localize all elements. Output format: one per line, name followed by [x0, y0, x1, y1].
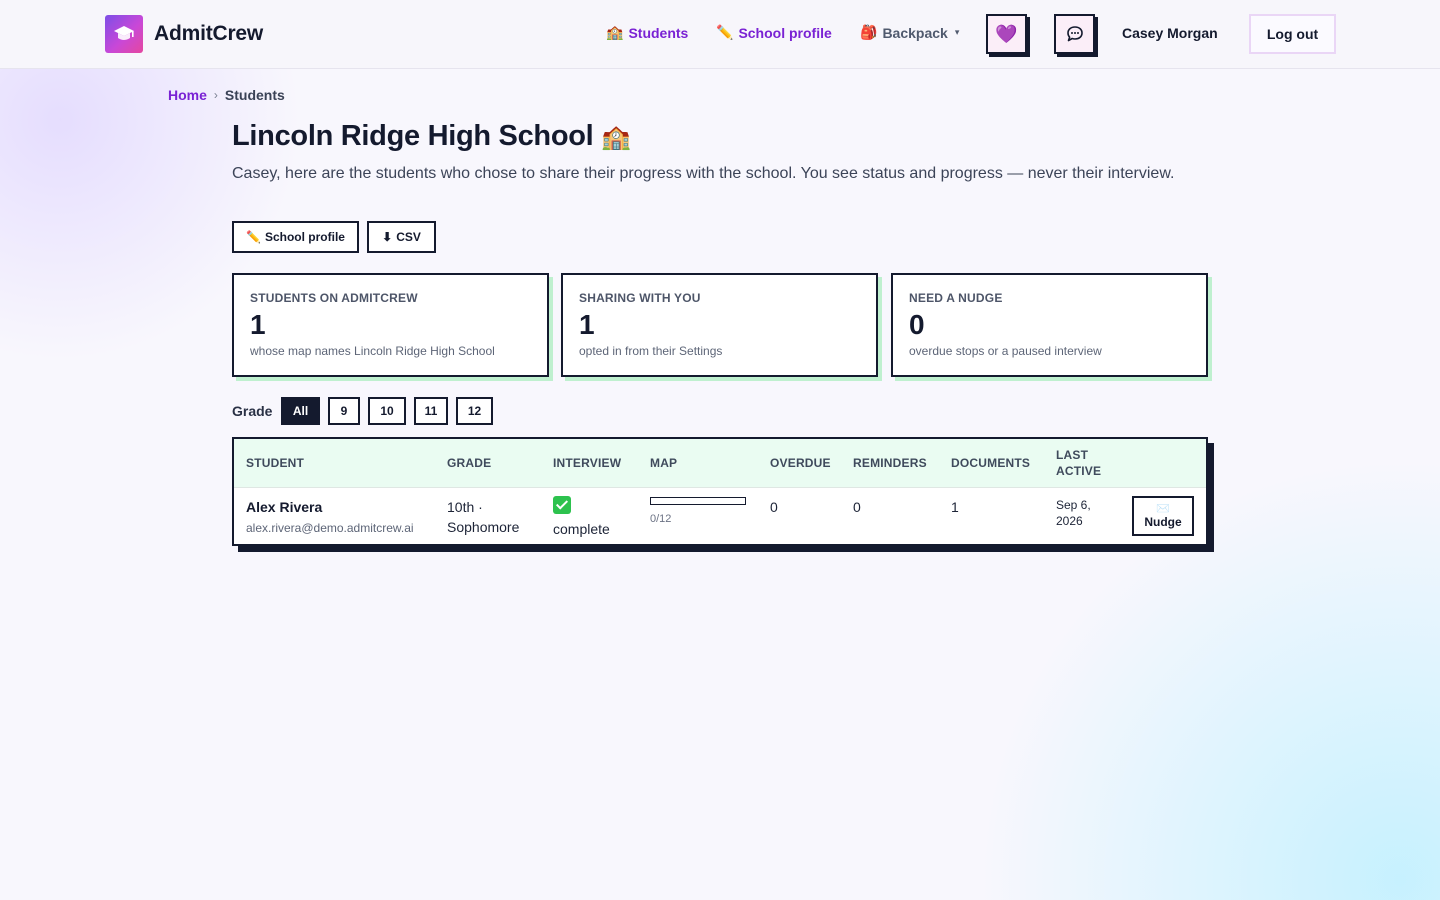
- brand[interactable]: AdmitCrew: [105, 15, 263, 53]
- documents-cell: 1: [951, 499, 959, 515]
- last-active-cell: Sep 6, 2026: [1056, 497, 1091, 529]
- last-active-date: Sep 6,: [1056, 498, 1091, 512]
- stat-note: overdue stops or a paused interview: [909, 344, 1102, 358]
- grade-chip-10[interactable]: 10: [368, 397, 406, 425]
- chat-bubble-icon: [1066, 26, 1083, 42]
- overdue-cell: 0: [770, 499, 778, 515]
- column-header-reminders[interactable]: REMINDERS: [853, 455, 927, 471]
- nav-students[interactable]: 🏫 Students: [606, 24, 688, 41]
- download-arrow-icon: ⬇: [382, 230, 393, 244]
- stat-label: NEED A NUDGE: [909, 291, 1003, 305]
- grade-chip-all[interactable]: All: [281, 397, 320, 425]
- column-header-map[interactable]: MAP: [650, 455, 677, 471]
- nav-backpack-dropdown[interactable]: 🎒 Backpack ▾: [860, 24, 959, 41]
- stat-value: 0: [909, 309, 925, 340]
- breadcrumb: Home › Students: [168, 87, 285, 103]
- school-profile-button-label: School profile: [264, 230, 345, 244]
- stat-note: whose map names Lincoln Ridge High Schoo…: [250, 344, 495, 358]
- chat-button[interactable]: [1054, 14, 1095, 54]
- stat-value: 1: [250, 309, 266, 340]
- page-subtitle: Casey, here are the students who chose t…: [232, 165, 1175, 182]
- student-email: alex.rivera@demo.admitcrew.ai: [246, 521, 414, 535]
- page-title: Lincoln Ridge High School 🏫: [232, 120, 631, 153]
- stat-card-students: STUDENTS ON ADMITCREW 1 whose map names …: [232, 273, 549, 377]
- column-header-last-active[interactable]: LAST ACTIVE: [1056, 447, 1101, 479]
- nudge-button[interactable]: ✉️ Nudge: [1132, 496, 1194, 536]
- table-header: STUDENT GRADE INTERVIEW MAP OVERDUE REMI…: [234, 439, 1206, 488]
- envelope-icon: ✉️: [1156, 503, 1170, 515]
- column-header-grade[interactable]: GRADE: [447, 455, 491, 471]
- school-profile-button[interactable]: ✏️ School profile: [232, 221, 359, 253]
- nav-school-profile[interactable]: ✏️ School profile: [716, 24, 832, 41]
- column-header-overdue[interactable]: OVERDUE: [770, 455, 831, 471]
- backpack-icon: 🎒: [860, 24, 878, 40]
- interview-status: complete: [553, 521, 610, 537]
- heart-button[interactable]: 💜: [986, 14, 1027, 54]
- student-name[interactable]: Alex Rivera: [246, 497, 414, 517]
- check-mark-icon: [553, 496, 571, 514]
- pencil-icon: ✏️: [246, 230, 261, 244]
- students-table: STUDENT GRADE INTERVIEW MAP OVERDUE REMI…: [232, 437, 1208, 546]
- map-cell: 0/12: [650, 497, 746, 529]
- breadcrumb-home[interactable]: Home: [168, 87, 207, 103]
- student-cell: Alex Rivera alex.rivera@demo.admitcrew.a…: [246, 497, 414, 538]
- stat-label: STUDENTS ON ADMITCREW: [250, 291, 418, 305]
- grade-name: Sophomore: [447, 519, 520, 535]
- page-title-text: Lincoln Ridge High School: [232, 120, 594, 152]
- column-header-last-active-line2: ACTIVE: [1056, 464, 1102, 478]
- pencil-icon: ✏️: [716, 24, 734, 40]
- column-header-student[interactable]: STUDENT: [246, 455, 304, 471]
- top-bar: AdmitCrew 🏫 Students ✏️ School profile 🎒…: [0, 0, 1440, 69]
- school-icon: 🏫: [601, 124, 631, 151]
- column-header-interview[interactable]: INTERVIEW: [553, 455, 621, 471]
- map-progress-text: 0/12: [650, 513, 672, 525]
- csv-download-button[interactable]: ⬇ CSV: [367, 221, 436, 253]
- reminders-cell: 0: [853, 499, 861, 515]
- nudge-button-label: Nudge: [1144, 515, 1182, 529]
- grade-filter-label: Grade: [232, 403, 273, 419]
- grade-chip-12[interactable]: 12: [456, 397, 493, 425]
- logout-button[interactable]: Log out: [1249, 14, 1336, 54]
- grade-number: 10th ·: [447, 499, 483, 515]
- grade-cell: 10th · Sophomore: [447, 497, 519, 537]
- map-progress-bar: [650, 497, 746, 505]
- brand-name: AdmitCrew: [154, 22, 264, 45]
- csv-button-label: CSV: [396, 230, 421, 244]
- nav-backpack-label: Backpack: [882, 24, 948, 41]
- school-icon: 🏫: [606, 24, 624, 40]
- nav-students-label: Students: [628, 24, 689, 41]
- column-header-documents[interactable]: DOCUMENTS: [951, 455, 1030, 471]
- stat-card-sharing: SHARING WITH YOU 1 opted in from their S…: [561, 273, 878, 377]
- nav-school-profile-label: School profile: [738, 24, 832, 41]
- stat-card-nudge: NEED A NUDGE 0 overdue stops or a paused…: [891, 273, 1208, 377]
- stat-note: opted in from their Settings: [579, 344, 723, 358]
- interview-cell: complete: [553, 496, 610, 539]
- grade-chip-11[interactable]: 11: [414, 397, 448, 425]
- stat-value: 1: [579, 309, 595, 340]
- last-active-year: 2026: [1056, 514, 1083, 528]
- user-name[interactable]: Casey Morgan: [1122, 25, 1218, 41]
- column-header-last-active-line1: LAST: [1056, 448, 1089, 462]
- purple-heart-icon: 💜: [995, 23, 1018, 44]
- stat-label: SHARING WITH YOU: [579, 291, 701, 305]
- breadcrumb-current: Students: [224, 87, 285, 103]
- caret-down-icon: ▾: [954, 27, 960, 37]
- breadcrumb-separator: ›: [213, 88, 218, 102]
- grade-chip-9[interactable]: 9: [328, 397, 360, 425]
- graduation-cap-icon: [105, 15, 143, 53]
